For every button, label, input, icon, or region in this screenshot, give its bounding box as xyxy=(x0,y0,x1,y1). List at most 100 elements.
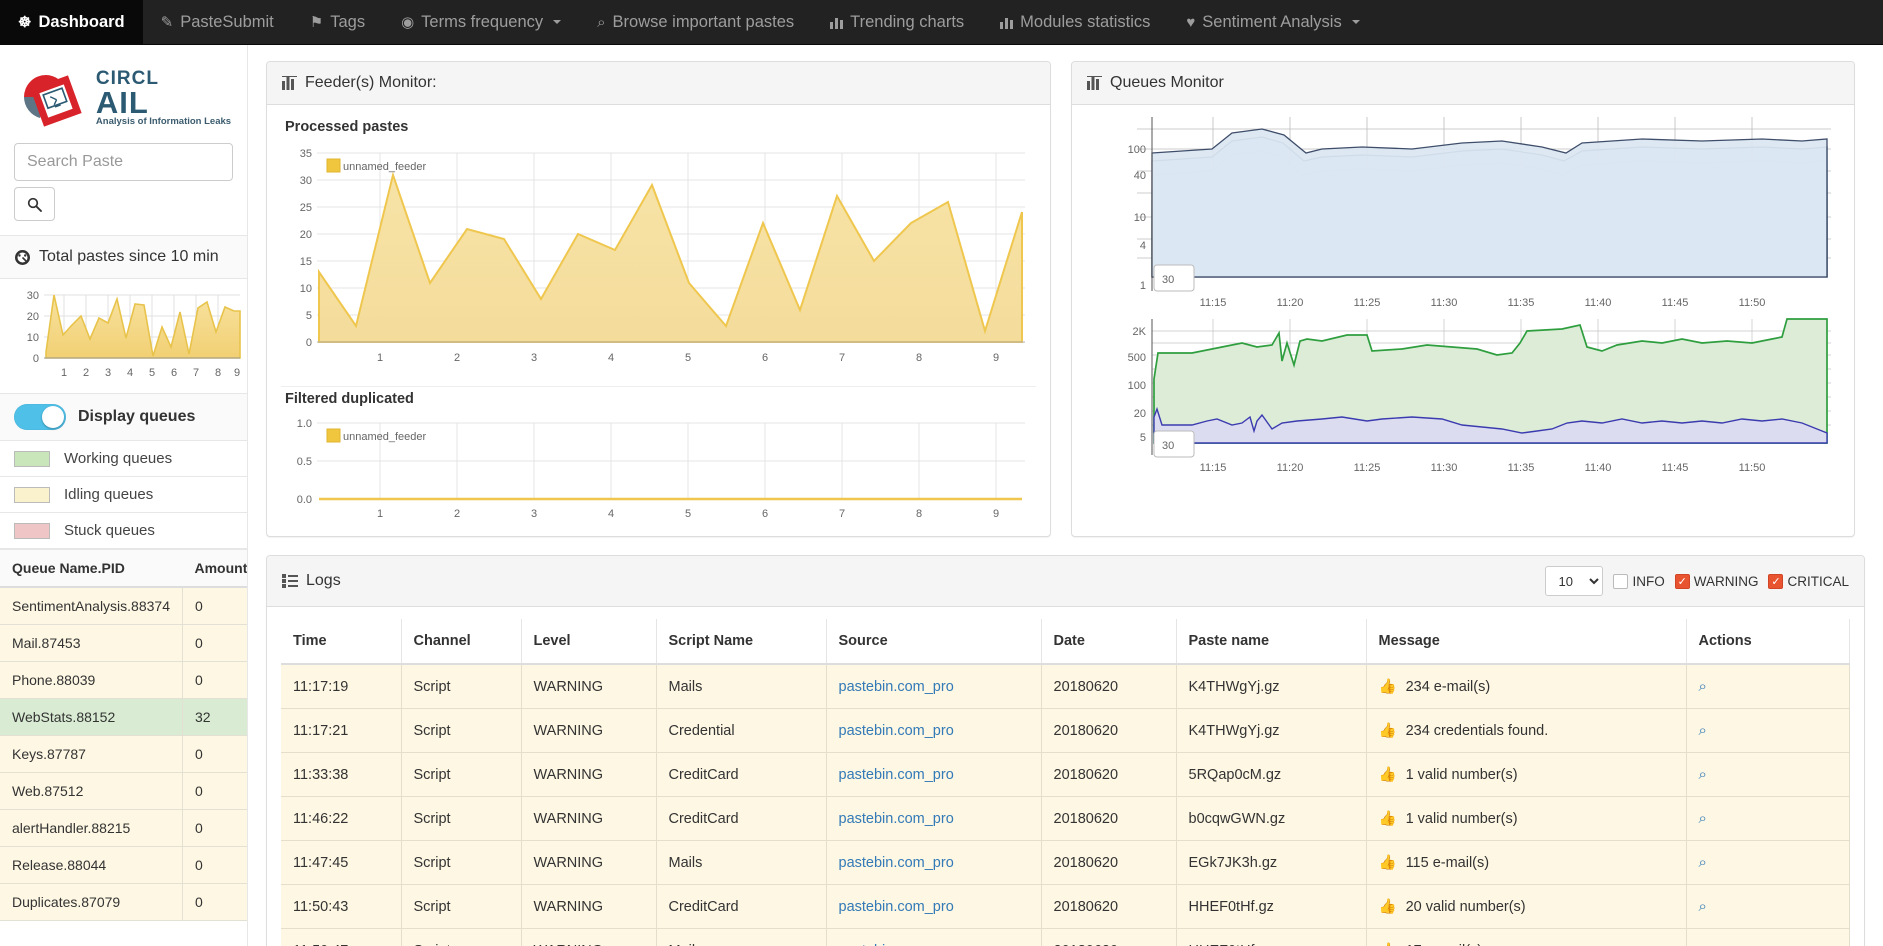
svg-text:25: 25 xyxy=(300,202,312,214)
display-queues-toggle[interactable] xyxy=(14,404,66,430)
critical-checkbox[interactable]: ✓ xyxy=(1768,574,1783,589)
log-actions[interactable]: ⌕ xyxy=(1686,797,1850,841)
search-submit-button[interactable] xyxy=(14,187,55,221)
log-actions[interactable]: ⌕ xyxy=(1686,753,1850,797)
svg-text:2: 2 xyxy=(454,508,460,520)
logs-col-time[interactable]: Time xyxy=(281,619,401,664)
table-row[interactable]: Phone.88039 0 xyxy=(0,662,248,699)
logs-col-channel[interactable]: Channel xyxy=(401,619,521,664)
log-source[interactable]: pastebin.com_pro xyxy=(826,797,1041,841)
queue-col-name[interactable]: Queue Name.PID xyxy=(0,550,183,588)
monitors-row: Feeder(s) Monitor: Processed pastes xyxy=(266,61,1865,537)
log-paste: HHEF0tHf.gz xyxy=(1176,929,1366,946)
table-row[interactable]: Duplicates.87079 0 xyxy=(0,884,248,921)
nav-item-modules-statistics[interactable]: Modules statistics xyxy=(982,0,1168,44)
list-icon xyxy=(282,574,298,588)
sidebar-total-pastes-sparkline: 30 20 10 0 1 2 3 4 5 6 7 8 9 xyxy=(0,279,247,393)
source-link[interactable]: pastebin.com_pro xyxy=(839,767,954,783)
table-row[interactable]: 11:50:43 Script WARNING CreditCard paste… xyxy=(281,885,1850,929)
source-link[interactable]: pastebin.com_pro xyxy=(839,811,954,827)
warning-checkbox[interactable]: ✓ xyxy=(1675,574,1690,589)
filter-info[interactable]: INFO xyxy=(1613,574,1664,589)
table-row[interactable]: SentimentAnalysis.88374 0 xyxy=(0,587,248,625)
log-source[interactable]: pastebin.com_pro xyxy=(826,709,1041,753)
log-source[interactable]: pastebin.com_pro xyxy=(826,929,1041,946)
total-pastes-header: Total pastes since 10 min xyxy=(0,236,247,279)
legend-working-queues: Working queues xyxy=(0,441,247,477)
logs-col-message[interactable]: Message xyxy=(1366,619,1686,664)
info-checkbox[interactable] xyxy=(1613,574,1628,589)
log-actions[interactable]: ⌕ xyxy=(1686,841,1850,885)
source-link[interactable]: pastebin.com_pro xyxy=(839,855,954,871)
zoom-in-icon[interactable]: ⌕ xyxy=(1699,810,1707,827)
logs-page-size-select[interactable]: 10 xyxy=(1545,566,1603,596)
nav-item-dashboard[interactable]: ☸ Dashboard xyxy=(0,0,143,44)
table-row[interactable]: Web.87512 0 xyxy=(0,773,248,810)
table-row[interactable]: Release.88044 0 xyxy=(0,847,248,884)
nav-item-browse-important-pastes[interactable]: ⌕ Browse important pastes xyxy=(579,0,812,44)
svg-text:11:25: 11:25 xyxy=(1354,462,1381,474)
table-row[interactable]: 11:33:38 Script WARNING CreditCard paste… xyxy=(281,753,1850,797)
logs-col-actions[interactable]: Actions xyxy=(1686,619,1850,664)
processed-pastes-title: Processed pastes xyxy=(285,119,1036,135)
table-row[interactable]: 11:17:21 Script WARNING Credential paste… xyxy=(281,709,1850,753)
table-row[interactable]: WebStats.88152 32 xyxy=(0,699,248,736)
zoom-in-icon[interactable]: ⌕ xyxy=(1699,722,1707,739)
zoom-in-icon[interactable]: ⌕ xyxy=(1699,766,1707,783)
zoom-in-icon[interactable]: ⌕ xyxy=(1699,898,1707,915)
log-time: 11:50:43 xyxy=(281,885,401,929)
log-source[interactable]: pastebin.com_pro xyxy=(826,885,1041,929)
thumbs-up-icon: 👍 xyxy=(1379,942,1397,946)
queue-col-amount[interactable]: Amount xyxy=(183,550,249,588)
nav-item-terms-frequency[interactable]: ◉ Terms frequency xyxy=(383,0,579,44)
queue-name: Web.87512 xyxy=(0,773,183,810)
log-source[interactable]: pastebin.com_pro xyxy=(826,664,1041,709)
log-time: 11:47:45 xyxy=(281,841,401,885)
svg-text:2K: 2K xyxy=(1133,326,1147,338)
logs-col-script[interactable]: Script Name xyxy=(656,619,826,664)
logs-col-source[interactable]: Source xyxy=(826,619,1041,664)
filter-critical[interactable]: ✓ CRITICAL xyxy=(1768,574,1849,589)
table-row[interactable]: Keys.87787 0 xyxy=(0,736,248,773)
log-time: 11:33:38 xyxy=(281,753,401,797)
log-actions[interactable]: ⌕ xyxy=(1686,929,1850,946)
nav-item-sentiment-analysis[interactable]: ♥ Sentiment Analysis xyxy=(1168,0,1377,44)
table-row[interactable]: Mail.87453 0 xyxy=(0,625,248,662)
nav-item-pastesubmit[interactable]: ✎ PasteSubmit xyxy=(143,0,292,44)
log-source[interactable]: pastebin.com_pro xyxy=(826,753,1041,797)
source-link[interactable]: pastebin.com_pro xyxy=(839,679,954,695)
svg-text:20: 20 xyxy=(300,229,312,241)
zoom-in-icon[interactable]: ⌕ xyxy=(1699,854,1707,871)
nav-item-trending-charts[interactable]: Trending charts xyxy=(812,0,982,44)
nav-item-tags[interactable]: ⚑ Tags xyxy=(292,0,383,44)
svg-text:11:35: 11:35 xyxy=(1508,462,1535,474)
svg-text:8: 8 xyxy=(215,367,221,379)
log-source[interactable]: pastebin.com_pro xyxy=(826,841,1041,885)
svg-text:11:40: 11:40 xyxy=(1585,297,1612,309)
logs-col-level[interactable]: Level xyxy=(521,619,656,664)
log-actions[interactable]: ⌕ xyxy=(1686,664,1850,709)
log-channel: Script xyxy=(401,929,521,946)
sidebar: CIRCL AIL Analysis of Information Leaks … xyxy=(0,45,248,946)
source-link[interactable]: pastebin.com_pro xyxy=(839,723,954,739)
source-link[interactable]: pastebin.com_pro xyxy=(839,943,954,946)
logs-col-date[interactable]: Date xyxy=(1041,619,1176,664)
table-row[interactable]: 11:50:47 Script WARNING Mails pastebin.c… xyxy=(281,929,1850,946)
filter-warning[interactable]: ✓ WARNING xyxy=(1675,574,1759,589)
thumbs-up-icon: 👍 xyxy=(1379,766,1397,783)
zoom-in-icon[interactable]: ⌕ xyxy=(1699,942,1707,946)
search-input[interactable] xyxy=(14,143,233,181)
app-logo[interactable]: CIRCL AIL Analysis of Information Leaks xyxy=(0,45,247,137)
table-row[interactable]: 11:47:45 Script WARNING Mails pastebin.c… xyxy=(281,841,1850,885)
log-actions[interactable]: ⌕ xyxy=(1686,885,1850,929)
source-link[interactable]: pastebin.com_pro xyxy=(839,899,954,915)
table-row[interactable]: 11:46:22 Script WARNING CreditCard paste… xyxy=(281,797,1850,841)
logs-col-paste[interactable]: Paste name xyxy=(1176,619,1366,664)
log-actions[interactable]: ⌕ xyxy=(1686,709,1850,753)
logs-title-label: Logs xyxy=(306,572,341,590)
zoom-in-icon[interactable]: ⌕ xyxy=(1699,678,1707,695)
log-channel: Script xyxy=(401,753,521,797)
table-row[interactable]: alertHandler.88215 0 xyxy=(0,810,248,847)
table-row[interactable]: 11:17:19 Script WARNING Mails pastebin.c… xyxy=(281,664,1850,709)
svg-text:11:15: 11:15 xyxy=(1200,297,1227,309)
